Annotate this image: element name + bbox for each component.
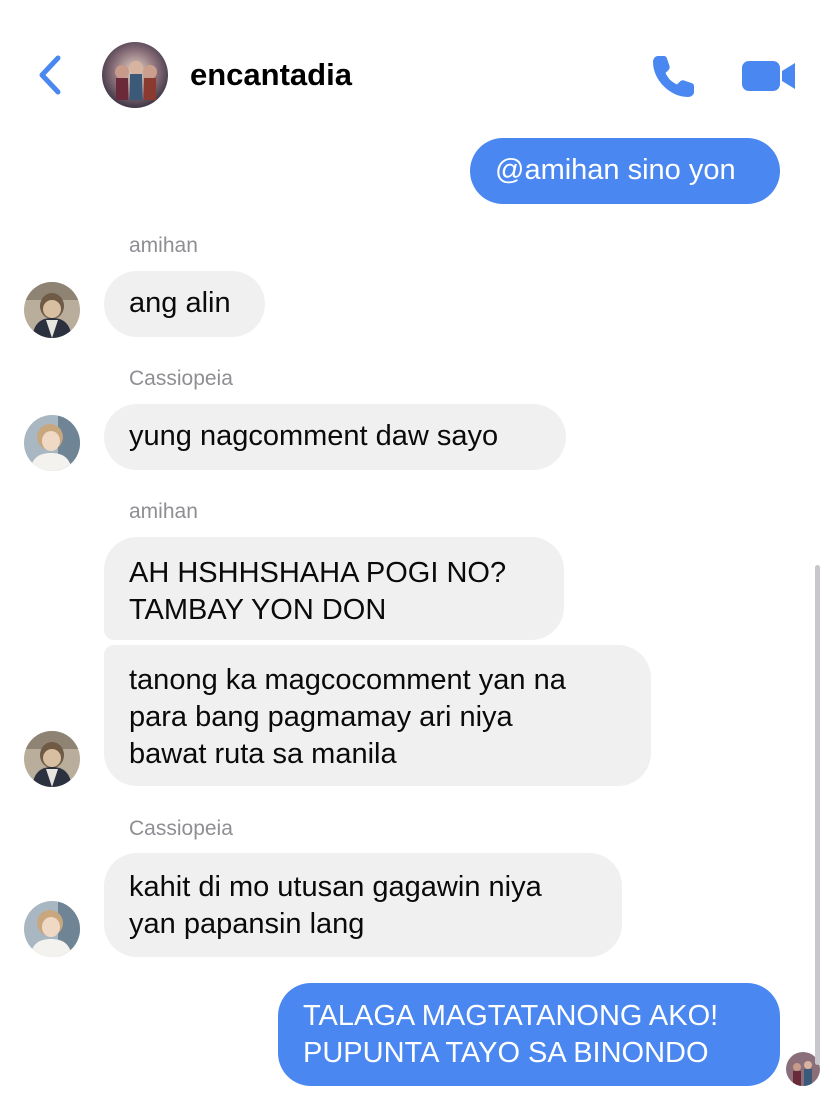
incoming-message-bubble[interactable]: tanong ka magcocomment yan na para bang …: [104, 645, 651, 786]
message-line: AH HSHHSHAHA POGI NO?: [129, 557, 507, 589]
sender-name: Cassiopeia: [129, 367, 233, 390]
message-line: TAMBAY YON DON: [129, 594, 387, 626]
conversation-title[interactable]: encantadia: [190, 56, 352, 94]
audio-call-button[interactable]: [648, 50, 700, 102]
message-text: yung nagcomment daw sayo: [129, 420, 499, 452]
message-line: tanong ka magcocomment yan na: [129, 664, 566, 696]
avatar-amihan[interactable]: [24, 282, 80, 338]
message-text: ang alin: [129, 287, 231, 319]
scrollbar[interactable]: [815, 565, 820, 1065]
avatar-cassiopeia[interactable]: [24, 415, 80, 471]
avatar-cassiopeia[interactable]: [24, 901, 80, 957]
incoming-message-bubble[interactable]: AH HSHHSHAHA POGI NO? TAMBAY YON DON: [104, 537, 564, 640]
sender-name: Cassiopeia: [129, 817, 233, 840]
message-line: kahit di mo utusan gagawin niya: [129, 871, 542, 903]
back-button[interactable]: [30, 50, 70, 100]
outgoing-message-bubble[interactable]: @amihan sino yon: [470, 138, 780, 204]
incoming-message-bubble[interactable]: kahit di mo utusan gagawin niya yan papa…: [104, 853, 622, 957]
sender-name: amihan: [129, 234, 198, 257]
message-line: bawat ruta sa manila: [129, 738, 397, 770]
incoming-message-bubble[interactable]: ang alin: [104, 271, 265, 337]
phone-icon: [653, 56, 694, 97]
message-line: PUPUNTA TAYO SA BINONDO: [303, 1037, 709, 1069]
message-text: @amihan sino yon: [495, 154, 736, 186]
message-line: yan papansin lang: [129, 908, 365, 940]
video-call-button[interactable]: [740, 56, 798, 96]
chat-header: encantadia: [0, 0, 828, 130]
sender-name: amihan: [129, 500, 198, 523]
message-line: TALAGA MAGTATANONG AKO!: [303, 1000, 719, 1032]
video-camera-icon: [742, 61, 795, 91]
outgoing-message-bubble[interactable]: TALAGA MAGTATANONG AKO! PUPUNTA TAYO SA …: [278, 983, 780, 1086]
message-line: para bang pagmamay ari niya: [129, 701, 513, 733]
group-avatar[interactable]: [102, 42, 168, 108]
avatar-amihan[interactable]: [24, 731, 80, 787]
chevron-left-icon: [39, 55, 61, 95]
incoming-message-bubble[interactable]: yung nagcomment daw sayo: [104, 404, 566, 470]
